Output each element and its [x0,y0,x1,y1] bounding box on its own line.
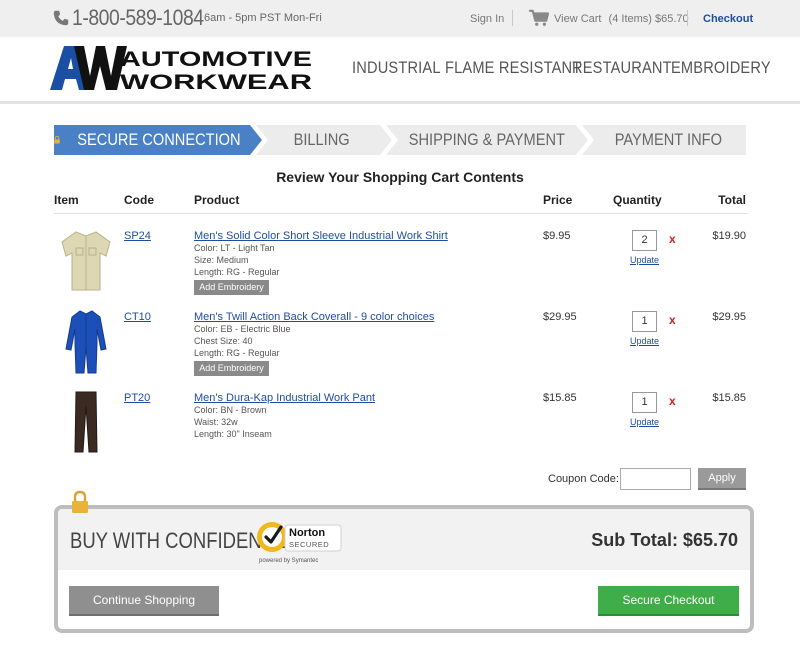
apply-coupon-button[interactable]: Apply [698,468,746,490]
remove-item-button[interactable]: x [669,313,676,327]
secure-checkout-button[interactable]: Secure Checkout [598,586,739,616]
divider [512,10,513,26]
phone-icon [53,10,69,26]
header-rule [54,213,747,214]
top-bar: 1-800-589-1084 6am - 5pm PST Mon-Fri Sig… [0,0,800,37]
step-billing: BILLING [260,125,384,155]
remove-item-button[interactable]: x [669,394,676,408]
checkout-steps: SECURE CONNECTION BILLING SHIPPING & PAY… [54,125,746,155]
line-total: $29.95 [712,311,746,323]
norton-powered-by: powered by Symantec [259,558,318,564]
column-header-item: Item [54,193,79,207]
product-attr: Size: Medium [194,255,249,265]
norton-secured-label: SECURED [289,540,329,549]
product-attr: Waist: 32w [194,417,238,427]
quantity-input[interactable]: 1 [632,392,657,413]
nav-flame-resistant[interactable]: FLAME RESISTANT [445,58,581,78]
column-header-product: Product [194,193,240,207]
cart-summary: (4 Items) $65.70 [608,13,689,25]
update-quantity-link[interactable]: Update [630,336,659,346]
product-name-link[interactable]: Men's Solid Color Short Sleeve Industria… [194,230,448,242]
update-quantity-link[interactable]: Update [630,417,659,427]
quantity-input[interactable]: 1 [632,311,657,332]
padlock-icon [72,490,88,513]
coupon-code-label: Coupon Code: [548,473,619,485]
nav-restaurant[interactable]: RESTAURANT [572,58,672,78]
product-attr: Length: RG - Regular [194,348,280,358]
buy-with-confidence-panel: BUY WITH CONFIDENCE Norton SECURED power… [54,505,754,633]
view-cart-link[interactable]: View Cart (4 Items) $65.70 [554,13,689,25]
step-secure-connection: SECURE CONNECTION [54,125,254,155]
product-image-shirt[interactable] [54,228,118,294]
cart-title: Review Your Shopping Cart Contents [276,169,524,185]
step-label: SECURE CONNECTION [77,130,241,149]
shopping-cart-icon[interactable] [528,9,550,27]
quantity-input[interactable]: 2 [632,230,657,251]
unit-price: $9.95 [543,230,571,242]
header-divider [0,101,800,104]
product-attr: Length: RG - Regular [194,267,280,277]
product-code-link[interactable]: PT20 [124,392,150,404]
product-attr: Length: 30" Inseam [194,429,272,439]
unit-price: $29.95 [543,311,577,323]
logo-line1: AUTOMOTIVE [120,48,312,71]
step-label: BILLING [293,130,351,149]
sign-in-link[interactable]: Sign In [470,13,504,25]
product-code-link[interactable]: CT10 [124,311,151,323]
coupon-code-input[interactable] [620,468,691,490]
product-name-link[interactable]: Men's Twill Action Back Coverall - 9 col… [194,311,434,323]
step-label: PAYMENT INFO [614,130,722,149]
phone-number[interactable]: 1-800-589-1084 [72,5,204,31]
add-embroidery-button[interactable]: Add Embroidery [194,361,269,376]
step-label: SHIPPING & PAYMENT [408,130,566,149]
column-header-total: Total [718,193,746,207]
continue-shopping-button[interactable]: Continue Shopping [69,586,219,616]
product-image-coverall[interactable] [54,309,118,375]
step-payment-info: PAYMENT INFO [590,125,746,155]
checkout-link[interactable]: Checkout [703,13,753,25]
product-image-pant[interactable] [54,390,118,456]
unit-price: $15.85 [543,392,577,404]
confidence-header: BUY WITH CONFIDENCE Norton SECURED power… [58,509,750,570]
remove-item-button[interactable]: x [669,232,676,246]
nav-industrial[interactable]: INDUSTRIAL [352,58,441,78]
column-header-code: Code [124,193,154,207]
logo-line2: WORKWEAR [120,71,312,92]
step-shipping-payment: SHIPPING & PAYMENT [394,125,580,155]
automotive-workwear-logo[interactable]: AUTOMOTIVE WORKWEAR [50,46,314,92]
divider [687,10,688,26]
product-code-link[interactable]: SP24 [124,230,151,242]
line-total: $19.90 [712,230,746,242]
view-cart-label: View Cart [554,13,602,25]
column-header-quantity: Quantity [613,193,662,207]
product-name-link[interactable]: Men's Dura-Kap Industrial Work Pant [194,392,375,404]
business-hours: 6am - 5pm PST Mon-Fri [204,12,322,24]
nav-embroidery[interactable]: EMBROIDERY [671,58,771,78]
line-total: $15.85 [712,392,746,404]
column-header-price: Price [543,193,573,207]
product-attr: Color: BN - Brown [194,405,267,415]
product-attr: Chest Size: 40 [194,336,253,346]
sub-total: Sub Total: $65.70 [591,530,738,550]
product-attr: Color: LT - Light Tan [194,243,275,253]
add-embroidery-button[interactable]: Add Embroidery [194,280,269,295]
norton-secured-seal[interactable]: Norton SECURED powered by Symantec [255,515,347,565]
update-quantity-link[interactable]: Update [630,255,659,265]
lock-icon [54,136,60,144]
norton-brand: Norton [289,527,325,539]
product-attr: Color: EB - Electric Blue [194,324,291,334]
